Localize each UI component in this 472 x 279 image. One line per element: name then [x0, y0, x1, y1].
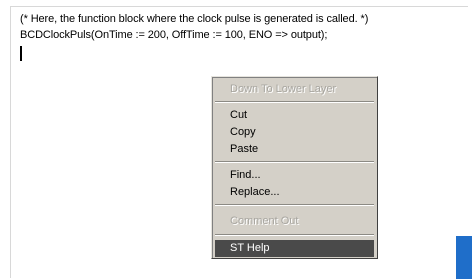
menu-separator — [215, 204, 374, 206]
menu-item-find[interactable]: Find... — [215, 167, 374, 184]
code-comment-line[interactable]: (* Here, the function block where the cl… — [20, 13, 368, 25]
menu-item-cut[interactable]: Cut — [215, 107, 374, 124]
menu-item-down-to-lower-layer: Down To Lower Layer — [230, 83, 337, 95]
menu-item-paste[interactable]: Paste — [215, 141, 374, 158]
text-caret — [20, 46, 22, 61]
context-menu: Down To Lower Layer Cut Copy Paste Find.… — [211, 76, 378, 259]
menu-item-st-help[interactable]: ST Help — [215, 240, 374, 257]
menu-item-comment-out: Comment Out — [230, 215, 299, 227]
menu-separator — [215, 234, 374, 236]
side-accent-block — [456, 236, 472, 279]
menu-separator — [215, 101, 374, 103]
menu-item-replace[interactable]: Replace... — [215, 184, 374, 201]
code-statement-line[interactable]: BCDClockPuls(OnTime := 200, OffTime := 1… — [20, 29, 327, 41]
menu-item-copy[interactable]: Copy — [215, 124, 374, 141]
menu-separator — [215, 161, 374, 163]
